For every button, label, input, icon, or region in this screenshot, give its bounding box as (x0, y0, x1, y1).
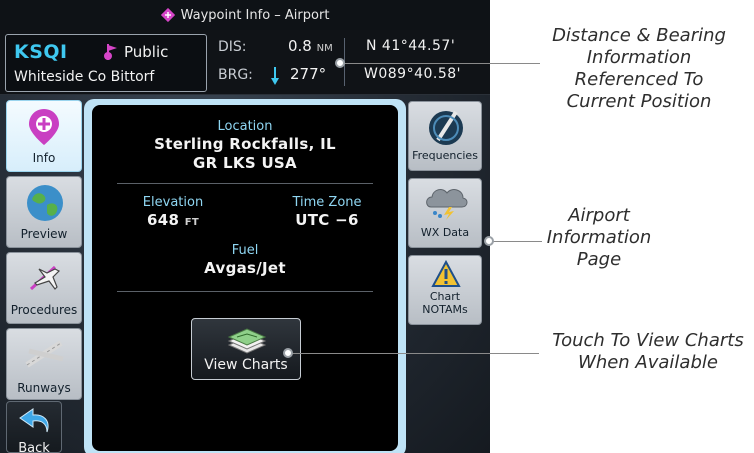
globe-icon (27, 185, 63, 221)
callout-leader-line (340, 63, 540, 64)
distance-label: DIS: (218, 39, 247, 55)
tab-procedures-label: Procedures (10, 303, 78, 317)
bearing-arrow-icon (271, 67, 279, 85)
tab-chart-notams[interactable]: Chart NOTAMs (408, 255, 482, 325)
callout-airport-info: Airport Information Page (540, 205, 658, 271)
longitude: W089°40.58' (364, 66, 461, 82)
distance-unit: NM (316, 43, 333, 54)
callout-distance-bearing: Distance & Bearing Information Reference… (538, 25, 740, 113)
callout-text-line: Information (586, 47, 692, 68)
callout-marker (335, 58, 345, 68)
location-region: GR LKS USA (193, 154, 297, 172)
callout-leader-line (490, 241, 542, 242)
fuel-title: Fuel (231, 243, 259, 258)
tab-runways[interactable]: Runways (6, 328, 82, 400)
callout-text-line: When Available (578, 352, 718, 373)
tab-preview[interactable]: Preview (6, 176, 82, 248)
bearing-label: BRG: (218, 67, 253, 83)
location-title: Location (217, 119, 273, 134)
page-title: Waypoint Info – Airport (180, 7, 330, 23)
public-airport-icon (104, 44, 117, 60)
weather-cloud-icon (426, 189, 468, 220)
device-screen: Waypoint Info – Airport KSQI Public Whit… (0, 0, 490, 453)
callout-marker (283, 348, 293, 358)
callout-text-line: Airport (568, 205, 630, 226)
tab-chart-notams-label-2: NOTAMs (422, 303, 468, 316)
tab-info-label: Info (32, 151, 56, 165)
callout-text-line: Referenced To (574, 69, 704, 90)
tab-wx-data-label: WX Data (420, 226, 470, 239)
info-pin-icon (29, 109, 59, 145)
panel-divider (117, 183, 373, 184)
frequency-dial-icon (429, 110, 463, 145)
latitude: N 41°44.57' (366, 38, 456, 54)
back-arrow-icon (19, 408, 49, 433)
tab-frequencies[interactable]: Frequencies (408, 101, 482, 171)
tab-wx-data[interactable]: WX Data (408, 178, 482, 248)
callout-text-line: Information (546, 227, 652, 248)
callout-view-charts: Touch To View Charts When Available (542, 330, 754, 374)
plane-procedures-icon (29, 265, 61, 291)
callout-leader-line (289, 353, 539, 354)
callout-marker (484, 236, 494, 246)
tab-procedures[interactable]: Procedures (6, 252, 82, 324)
back-label: Back (18, 441, 50, 453)
runways-icon (25, 340, 64, 368)
airport-visibility: Public (124, 43, 169, 61)
panel-divider (117, 291, 373, 292)
location-city: Sterling Rockfalls, IL (154, 135, 336, 153)
bearing-value: 277° (290, 65, 327, 83)
charts-stack-icon (227, 328, 267, 354)
tab-info[interactable]: Info (6, 100, 82, 172)
back-button[interactable]: Back (6, 401, 62, 453)
callout-text-line: Page (576, 249, 622, 270)
fuel-value: Avgas/Jet (204, 259, 286, 277)
view-charts-label: View Charts (204, 357, 288, 373)
waypoint-airport-icon (160, 8, 175, 22)
title-bar: Waypoint Info – Airport (0, 0, 490, 30)
warning-triangle-icon (431, 260, 461, 287)
tab-frequencies-label: Frequencies (412, 149, 478, 162)
airport-info-panel: Location Sterling Rockfalls, IL GR LKS U… (92, 105, 398, 451)
waypoint-ident: KSQI (14, 41, 68, 63)
callout-text-line: Current Position (566, 91, 712, 112)
callout-text-line: Distance & Bearing (552, 25, 726, 46)
tab-runways-label: Runways (17, 381, 71, 395)
callout-text-line: Touch To View Charts (552, 330, 744, 351)
tab-preview-label: Preview (20, 227, 68, 241)
distance-value: 0.8 NM (288, 37, 333, 55)
airport-name: Whiteside Co Bittorf (14, 69, 155, 85)
waypoint-ident-box[interactable]: KSQI Public Whiteside Co Bittorf (5, 34, 207, 92)
tab-chart-notams-label-1: Chart (429, 290, 461, 303)
